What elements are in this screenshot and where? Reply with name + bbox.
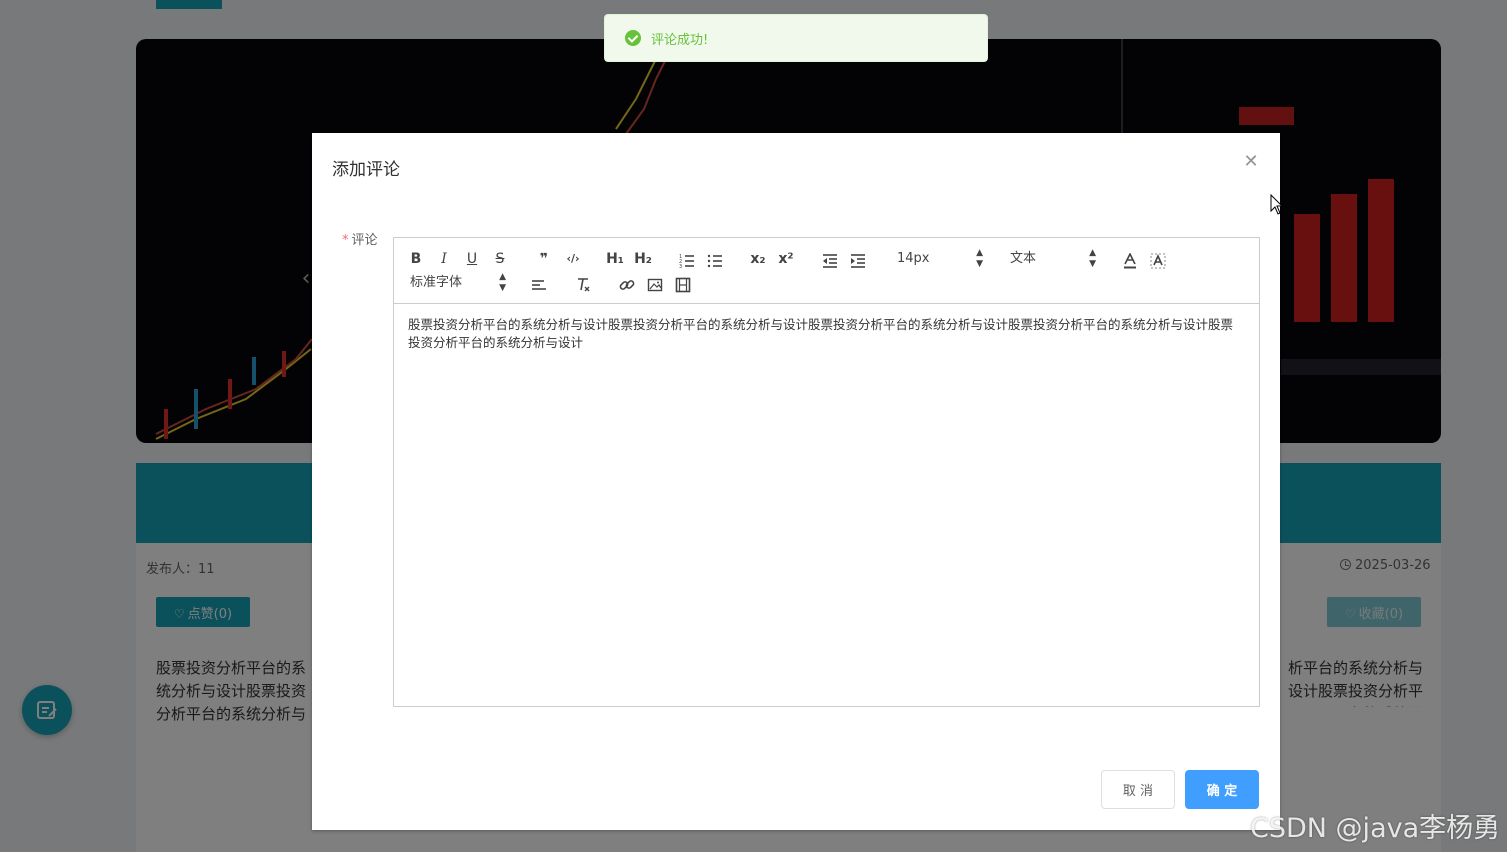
add-comment-dialog: 添加评论 ✕ * 评论 B I U S ❞ ‹/› H₁ H₂ 123 x₂ x²	[312, 133, 1280, 830]
italic-button[interactable]: I	[434, 248, 454, 270]
background-color-button[interactable]	[1147, 248, 1169, 270]
font-family-select[interactable]: 标准字体 ▲ ▼	[410, 272, 506, 294]
blockquote-button[interactable]: ❞	[533, 248, 555, 270]
superscript-button[interactable]: x²	[775, 248, 797, 270]
bold-button[interactable]: B	[406, 248, 426, 270]
header-2-button[interactable]: H₂	[632, 248, 654, 270]
ordered-list-icon: 123	[679, 254, 694, 269]
rich-text-editor: B I U S ❞ ‹/› H₁ H₂ 123 x₂ x² 14px ▲ ▼ 文本 ▲…	[393, 237, 1260, 707]
align-left-icon	[532, 279, 546, 290]
ordered-list-button[interactable]: 123	[676, 248, 698, 270]
bullet-list-icon	[707, 254, 722, 267]
header-value: 文本	[1010, 251, 1037, 266]
toast-message: 评论成功!	[651, 32, 709, 48]
font-color-button[interactable]	[1119, 248, 1141, 270]
close-icon[interactable]: ✕	[1241, 151, 1261, 171]
select-arrows-icon: ▲ ▼	[499, 272, 506, 293]
confirm-button[interactable]: 确 定	[1185, 770, 1259, 809]
font-family-value: 标准字体	[410, 275, 463, 290]
background-color-icon	[1150, 253, 1166, 268]
mouse-cursor-icon	[1270, 194, 1284, 215]
select-arrows-icon: ▲ ▼	[1089, 248, 1096, 269]
bullet-list-button[interactable]	[704, 248, 726, 270]
required-asterisk: *	[342, 233, 349, 248]
font-size-value: 14px	[897, 251, 930, 266]
code-block-button[interactable]: ‹/›	[561, 248, 585, 270]
image-icon	[647, 278, 663, 291]
font-color-icon	[1124, 252, 1136, 268]
clear-format-icon	[578, 277, 590, 291]
subscript-button[interactable]: x₂	[747, 248, 769, 270]
comment-field-label: * 评论	[342, 229, 378, 248]
cancel-button[interactable]: 取 消	[1101, 770, 1175, 809]
check-circle-icon	[625, 30, 641, 46]
outdent-icon	[823, 253, 837, 268]
clear-format-button[interactable]	[572, 272, 594, 294]
success-toast: 评论成功!	[604, 14, 988, 62]
strike-button[interactable]: S	[490, 248, 510, 270]
video-icon	[675, 277, 691, 292]
indent-icon	[851, 253, 865, 268]
svg-text:3: 3	[679, 264, 682, 269]
editor-content[interactable]: 股票投资分析平台的系统分析与设计股票投资分析平台的系统分析与设计股票投资分析平台…	[408, 316, 1244, 352]
header-select[interactable]: 文本 ▲ ▼	[1010, 248, 1096, 270]
link-icon	[619, 279, 635, 290]
font-size-select[interactable]: 14px ▲ ▼	[897, 248, 983, 270]
align-button[interactable]	[528, 272, 550, 294]
dialog-title: 添加评论	[332, 160, 400, 180]
link-button[interactable]	[616, 272, 638, 294]
select-arrows-icon: ▲ ▼	[976, 248, 983, 269]
header-1-button[interactable]: H₁	[604, 248, 626, 270]
video-button[interactable]	[672, 272, 694, 294]
underline-button[interactable]: U	[462, 248, 482, 270]
outdent-button[interactable]	[819, 248, 841, 270]
image-button[interactable]	[644, 272, 666, 294]
editor-toolbar: B I U S ❞ ‹/› H₁ H₂ 123 x₂ x² 14px ▲ ▼ 文本 ▲…	[394, 238, 1259, 304]
watermark: CSDN @java李杨勇	[1250, 813, 1501, 844]
indent-button[interactable]	[847, 248, 869, 270]
comment-label-text: 评论	[351, 233, 378, 248]
